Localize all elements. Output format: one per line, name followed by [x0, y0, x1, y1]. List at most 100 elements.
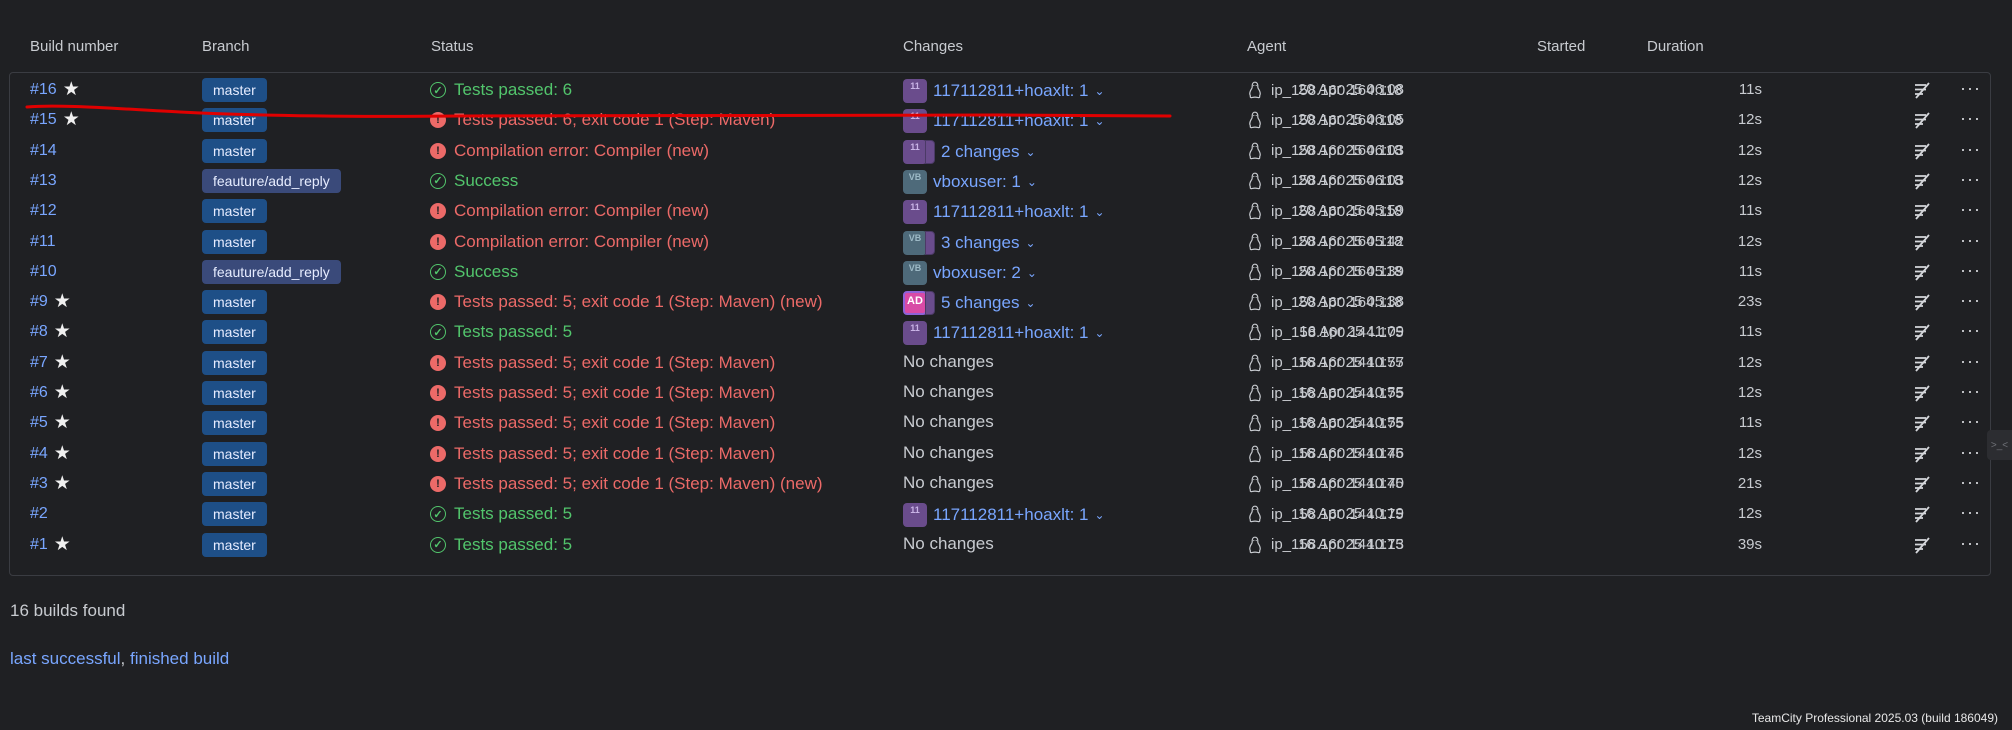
more-options-icon[interactable]: ··· — [1960, 502, 1981, 523]
tags-pin-action[interactable] — [1912, 474, 1932, 499]
status-text[interactable]: Compilation error: Compiler (new) — [454, 201, 709, 221]
tags-pin-action[interactable] — [1912, 232, 1932, 257]
build-row[interactable]: #6 ★ master ! Tests passed: 5; exit code… — [10, 379, 1990, 409]
build-number-link[interactable]: #11 — [30, 233, 56, 251]
status-text[interactable]: Compilation error: Compiler (new) — [454, 141, 709, 161]
status-text[interactable]: Tests passed: 5; exit code 1 (Step: Mave… — [454, 444, 775, 464]
build-number-link[interactable]: #5 — [30, 414, 48, 432]
build-number-link[interactable]: #14 — [30, 142, 57, 160]
column-header-duration[interactable]: Duration — [1647, 38, 1704, 55]
column-header-build-number[interactable]: Build number — [30, 38, 118, 55]
build-number-link[interactable]: #16 — [30, 81, 57, 99]
changes-link[interactable]: 117112811+hoaxlt: 1 — [933, 505, 1089, 525]
more-options-icon[interactable]: ··· — [1960, 230, 1981, 251]
branch-badge[interactable]: feauture/add_reply — [202, 259, 341, 284]
tags-pin-action[interactable] — [1912, 201, 1932, 226]
star-icon[interactable]: ★ — [54, 474, 71, 493]
side-panel-toggle-icon[interactable]: >_< — [1987, 430, 2012, 460]
build-row[interactable]: #14 master ! Compilation error: Compiler… — [10, 137, 1990, 167]
changes-link[interactable]: 3 changes — [941, 233, 1019, 253]
build-number-link[interactable]: #4 — [30, 445, 48, 463]
build-row[interactable]: #4 ★ master ! Tests passed: 5; exit code… — [10, 440, 1990, 470]
finished-build-link[interactable]: finished build — [130, 649, 229, 668]
more-options-icon[interactable]: ··· — [1960, 351, 1981, 372]
more-options-icon[interactable]: ··· — [1960, 320, 1981, 341]
status-text[interactable]: Tests passed: 5; exit code 1 (Step: Mave… — [454, 474, 823, 494]
branch-badge[interactable]: master — [202, 411, 267, 436]
status-text[interactable]: Tests passed: 5; exit code 1 (Step: Mave… — [454, 413, 775, 433]
column-header-started[interactable]: Started — [1537, 38, 1585, 55]
changes-link[interactable]: 117112811+hoaxlt: 1 — [933, 323, 1089, 343]
branch-badge[interactable]: master — [202, 441, 267, 466]
branch-badge[interactable]: feauture/add_reply — [202, 168, 341, 193]
star-icon[interactable]: ★ — [54, 292, 71, 311]
column-header-agent[interactable]: Agent — [1247, 38, 1286, 55]
status-text[interactable]: Tests passed: 5; exit code 1 (Step: Mave… — [454, 383, 775, 403]
branch-badge[interactable]: master — [202, 471, 267, 496]
branch-badge[interactable]: master — [202, 320, 267, 345]
build-row[interactable]: #13 feauture/add_reply ✓ Success VB vboxu… — [10, 167, 1990, 197]
changes-link[interactable]: vboxuser: 1 — [933, 172, 1021, 192]
more-options-icon[interactable]: ··· — [1960, 411, 1981, 432]
more-options-icon[interactable]: ··· — [1960, 442, 1981, 463]
build-row[interactable]: #8 ★ master ✓ Tests passed: 5 11 11711281… — [10, 318, 1990, 348]
status-text[interactable]: Compilation error: Compiler (new) — [454, 232, 709, 252]
branch-badge[interactable]: master — [202, 350, 267, 375]
star-icon[interactable]: ★ — [54, 444, 71, 463]
changes-link[interactable]: vboxuser: 2 — [933, 263, 1021, 283]
star-icon[interactable]: ★ — [63, 110, 80, 129]
branch-badge[interactable]: master — [202, 381, 267, 405]
build-row[interactable]: #16 ★ master ✓ Tests passed: 6 11 1171128… — [10, 76, 1990, 106]
more-options-icon[interactable]: ··· — [1960, 78, 1981, 99]
build-number-link[interactable]: #13 — [30, 172, 57, 190]
tags-pin-action[interactable] — [1912, 110, 1932, 135]
star-icon[interactable]: ★ — [54, 413, 71, 432]
build-number-link[interactable]: #9 — [30, 293, 48, 311]
build-number-link[interactable]: #2 — [30, 505, 48, 523]
last-successful-link[interactable]: last successful — [10, 649, 121, 668]
branch-badge[interactable]: master — [202, 290, 267, 315]
column-header-changes[interactable]: Changes — [903, 38, 963, 55]
more-options-icon[interactable]: ··· — [1960, 472, 1981, 493]
tags-pin-action[interactable] — [1912, 322, 1932, 347]
branch-badge[interactable]: master — [202, 78, 267, 102]
changes-link[interactable]: 117112811+hoaxlt: 1 — [933, 81, 1089, 101]
chevron-down-icon[interactable]: ⌄ — [1025, 236, 1035, 250]
status-text[interactable]: Tests passed: 6; exit code 1 (Step: Mave… — [454, 110, 775, 130]
tags-pin-action[interactable] — [1912, 353, 1932, 378]
chevron-down-icon[interactable]: ⌄ — [1095, 114, 1105, 128]
more-options-icon[interactable]: ··· — [1960, 260, 1981, 281]
build-number-link[interactable]: #12 — [30, 202, 57, 220]
branch-badge[interactable]: master — [202, 229, 267, 254]
tags-pin-action[interactable] — [1912, 383, 1932, 408]
build-number-link[interactable]: #8 — [30, 323, 48, 341]
star-icon[interactable]: ★ — [63, 80, 80, 99]
more-options-icon[interactable]: ··· — [1960, 381, 1981, 402]
build-row[interactable]: #1 ★ master ✓ Tests passed: 5 No changes… — [10, 531, 1990, 561]
tags-pin-action[interactable] — [1912, 504, 1932, 529]
build-row[interactable]: #10 feauture/add_reply ✓ Success VB vboxu… — [10, 258, 1990, 288]
more-options-icon[interactable]: ··· — [1960, 199, 1981, 220]
status-text[interactable]: Tests passed: 5 — [454, 322, 572, 342]
chevron-down-icon[interactable]: ⌄ — [1095, 508, 1105, 522]
tags-pin-action[interactable] — [1912, 444, 1932, 469]
branch-badge[interactable]: master — [202, 138, 267, 163]
status-text[interactable]: Tests passed: 5; exit code 1 (Step: Mave… — [454, 292, 823, 312]
build-number-link[interactable]: #1 — [30, 536, 48, 554]
changes-link[interactable]: 5 changes — [941, 293, 1019, 313]
tags-pin-action[interactable] — [1912, 535, 1932, 560]
build-number-link[interactable]: #3 — [30, 475, 48, 493]
chevron-down-icon[interactable]: ⌄ — [1095, 205, 1105, 219]
more-options-icon[interactable]: ··· — [1960, 533, 1981, 554]
branch-badge[interactable]: master — [202, 199, 267, 224]
branch-badge[interactable]: master — [202, 108, 267, 133]
star-icon[interactable]: ★ — [54, 383, 71, 402]
changes-link[interactable]: 2 changes — [941, 142, 1019, 162]
star-icon[interactable]: ★ — [54, 353, 71, 372]
build-row[interactable]: #15 ★ master ! Tests passed: 6; exit cod… — [10, 106, 1990, 136]
build-row[interactable]: #12 master ! Compilation error: Compiler… — [10, 197, 1990, 227]
status-text[interactable]: Tests passed: 5; exit code 1 (Step: Mave… — [454, 353, 775, 373]
build-row[interactable]: #5 ★ master ! Tests passed: 5; exit code… — [10, 409, 1990, 439]
build-number-link[interactable]: #15 — [30, 111, 57, 129]
build-row[interactable]: #7 ★ master ! Tests passed: 5; exit code… — [10, 349, 1990, 379]
